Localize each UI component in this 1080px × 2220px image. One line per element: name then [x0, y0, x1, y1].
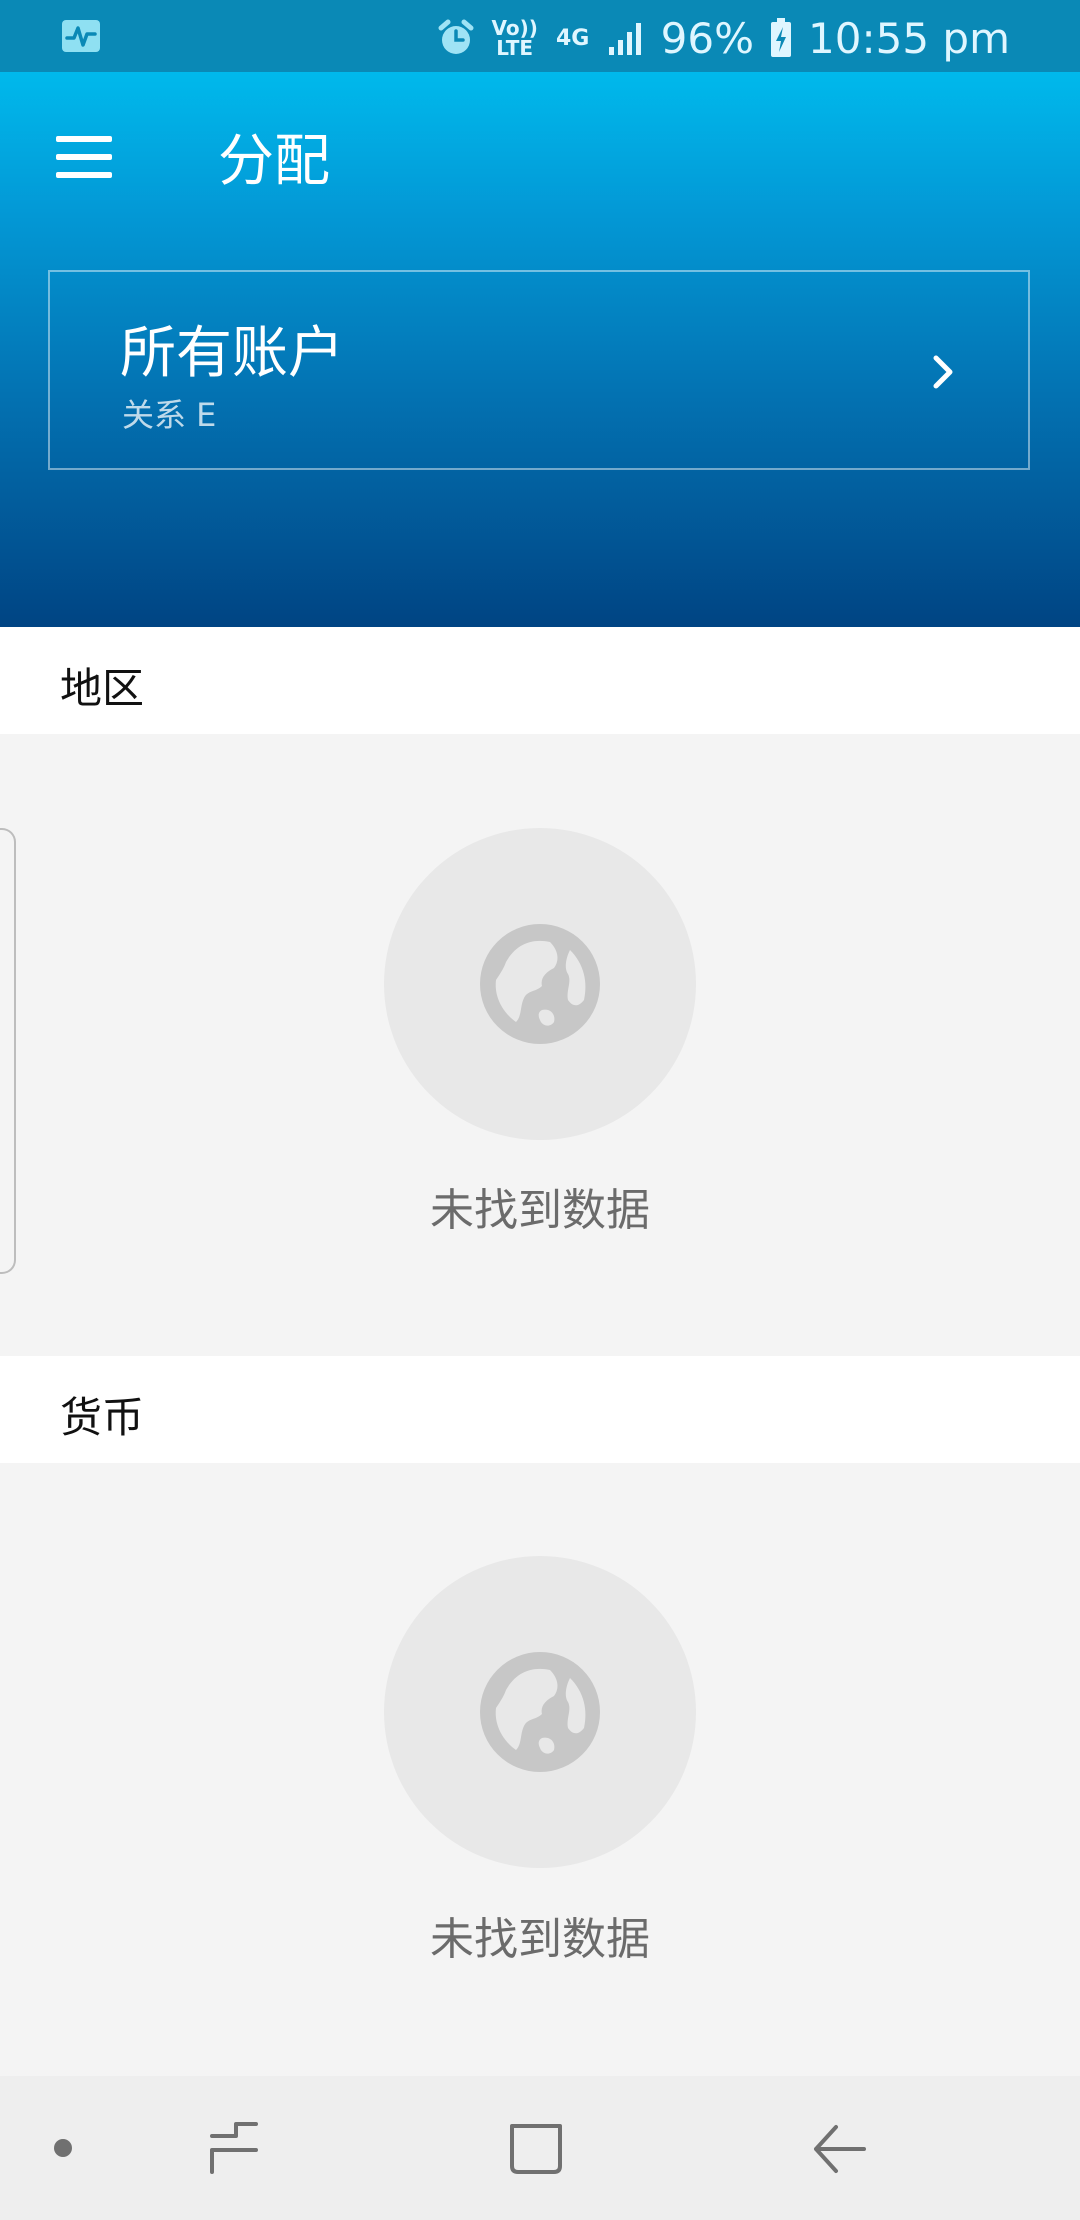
battery-percent: 96% — [660, 13, 755, 63]
clock: 10:55 pm — [808, 13, 1010, 63]
edge-panel-handle[interactable] — [0, 828, 16, 1274]
signal-icon — [607, 19, 645, 57]
chevron-right-icon — [933, 355, 953, 389]
status-icons: Vo)) LTE 4G 96% 10:55 pm — [437, 8, 1010, 68]
empty-state-circle — [384, 828, 696, 1140]
section-title: 地区 — [60, 664, 145, 713]
section-body-region: 未找到数据 — [0, 734, 1080, 1356]
back-icon[interactable] — [812, 2122, 868, 2176]
network-type: 4G — [555, 25, 590, 51]
page-title: 分配 — [218, 129, 330, 194]
alarm-icon — [437, 18, 475, 58]
account-title: 所有账户 — [120, 321, 344, 386]
recents-icon[interactable] — [206, 2120, 262, 2176]
home-icon[interactable] — [508, 2120, 564, 2176]
globe-icon — [480, 1652, 600, 1772]
section-title: 货币 — [60, 1393, 145, 1442]
account-subtitle: 关系 E — [122, 396, 217, 434]
section-header-region: 地区 — [0, 627, 1080, 734]
empty-state-text: 未找到数据 — [430, 1185, 650, 1236]
account-selector[interactable]: 所有账户 关系 E — [48, 270, 1030, 470]
volte-indicator: Vo)) LTE — [491, 16, 538, 60]
hamburger-icon[interactable] — [56, 136, 112, 178]
header: 分配 所有账户 关系 E — [0, 72, 1080, 627]
navigation-bar — [0, 2076, 1080, 2220]
nav-dot-icon[interactable] — [54, 2139, 72, 2157]
battery-charging-icon — [770, 18, 792, 58]
activity-icon — [62, 20, 100, 52]
section-header-currency: 货币 — [0, 1356, 1080, 1463]
empty-state-circle — [384, 1556, 696, 1868]
globe-icon — [480, 924, 600, 1044]
status-bar: Vo)) LTE 4G 96% 10:55 pm — [0, 0, 1080, 72]
section-body-currency: 未找到数据 — [0, 1463, 1080, 2076]
empty-state-text: 未找到数据 — [430, 1914, 650, 1965]
